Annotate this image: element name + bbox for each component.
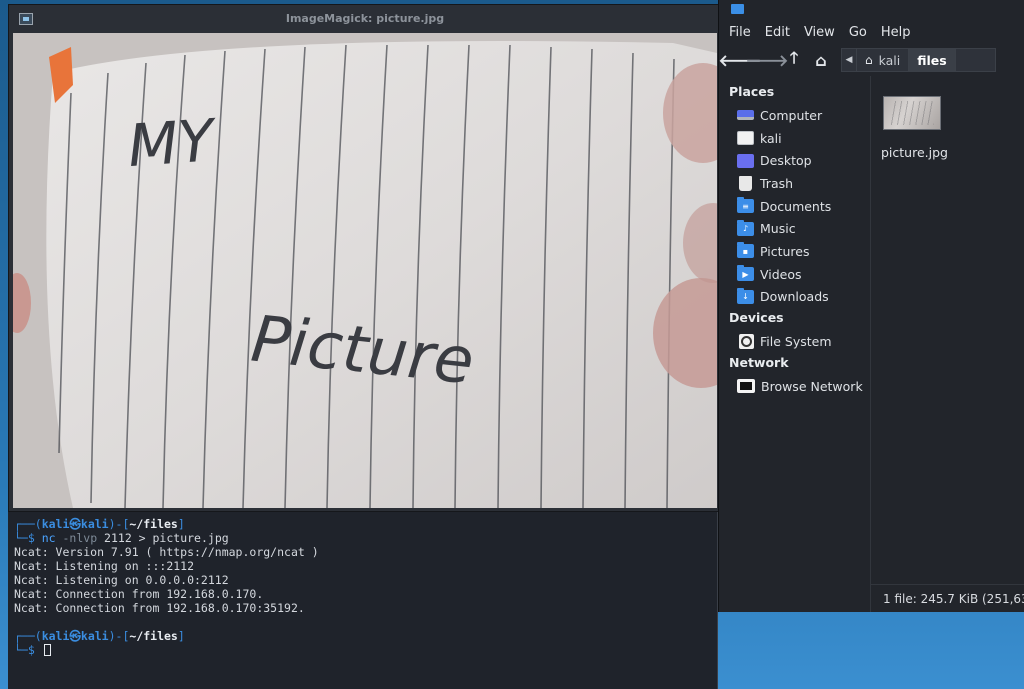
sidebar-item-documents[interactable]: ≡ Documents [719,195,870,218]
prompt-frame: ┌──( [14,629,42,643]
menu-bar: File Edit View Go Help [719,20,1024,44]
terminal-cursor[interactable] [43,644,51,656]
file-manager-body: Places Computer kali Desktop Trash ≡ Doc… [719,76,1024,612]
window-title: ImageMagick: picture.jpg [285,12,445,25]
breadcrumb-scroll-left-icon[interactable]: ◀ [841,48,857,72]
prompt-host: kali [80,629,109,643]
prompt-user: kali [41,629,70,643]
downloads-folder-icon: ↓ [737,287,754,304]
sidebar-item-label: kali [760,130,782,146]
sidebar-item-label: Downloads [760,289,829,305]
file-view[interactable]: picture.jpg 1 file: 245.7 KiB (251,633 [871,76,1024,612]
home-icon: ⌂ [865,53,873,67]
videos-folder-icon: ▶ [737,265,754,282]
places-header: Places [729,84,775,99]
sidebar-item-label: Desktop [760,153,812,169]
imagemagick-window: ImageMagick: picture.jpg MY Picture [8,4,722,512]
sidebar-item-music[interactable]: ♪ Music [719,217,870,240]
output-line: Ncat: Connection from 192.168.0.170. [14,587,264,601]
file-manager-titlebar[interactable] [719,0,1024,20]
active-prompt-line[interactable]: └─$ [14,643,717,657]
trash-icon [739,175,752,191]
up-arrow-icon[interactable]: 🡑 [783,48,805,71]
sidebar-item-label: Browse Network [761,378,863,394]
music-folder-icon: ♪ [737,219,754,236]
sidebar-item-label: Documents [760,198,832,214]
sidebar-item-label: Videos [760,266,802,282]
sidebar-item-desktop[interactable]: Desktop [719,149,870,172]
sidebar-item-label: File System [760,334,832,350]
prompt-symbol: └─$ [14,643,42,657]
command-args: 2112 > picture.jpg [97,531,229,545]
file-thumbnail[interactable] [883,96,941,130]
network-header: Network [729,354,789,370]
command-line: └─$ nc -nlvp 2112 > picture.jpg [14,531,717,545]
sidebar-item-kali[interactable]: kali [719,127,870,150]
forward-arrow-icon[interactable]: 🡒 [746,49,789,71]
file-name[interactable]: picture.jpg [881,145,948,160]
output-line: Ncat: Connection from 192.168.0.170:3519… [14,601,305,615]
sidebar-item-label: Music [760,221,796,237]
handwriting-my: MY [126,106,221,180]
prompt-host: kali [80,517,109,531]
breadcrumb: ◀ ⌂ kali files [841,48,996,72]
prompt-symbol: └─$ [14,531,42,545]
menu-file[interactable]: File [729,25,751,40]
pictures-folder-icon: ▪ [737,242,754,259]
output-line: Ncat: Listening on :::2112 [14,559,195,573]
network-icon [737,379,755,394]
terminal[interactable]: ┌──(kali㉿kali)-[~/files] └─$ nc -nlvp 21… [8,512,718,689]
prompt-line-1: ┌──(kali㉿kali)-[~/files] [14,517,717,531]
output-line: Ncat: Listening on 0.0.0.0:2112 [14,573,229,587]
prompt-user: kali [41,517,70,531]
sidebar-item-browse-network[interactable]: Browse Network [719,375,870,398]
prompt-dir: ~/files [129,517,178,531]
command-options: -nlvp [62,531,98,545]
sidebar-item-pictures[interactable]: ▪ Pictures [719,240,870,263]
sidebar-item-label: Computer [760,107,823,123]
prompt-line-2: ┌──(kali㉿kali)-[~/files] [14,629,717,643]
breadcrumb-files[interactable]: files [909,48,956,72]
sidebar-item-label: Trash [760,175,794,191]
file-manager-window: File Edit View Go Help 🡐 🡒 🡑 ⌂ ◀ ⌂ kali … [718,0,1024,612]
folder-icon [731,4,744,14]
sidebar-item-trash[interactable]: Trash [719,172,870,195]
command-name: nc [41,531,56,545]
prompt-frame-close: ] [177,517,185,531]
sidebar: Places Computer kali Desktop Trash ≡ Doc… [719,76,871,612]
home-folder-icon [737,131,754,146]
sidebar-item-computer[interactable]: Computer [719,104,870,127]
prompt-dir: ~/files [129,629,178,643]
menu-view[interactable]: View [804,25,835,40]
devices-header: Devices [729,310,784,326]
computer-icon [737,110,754,121]
prompt-frame-mid: )-[ [108,629,130,643]
breadcrumb-empty [955,48,996,72]
output-line: Ncat: Version 7.91 ( https://nmap.org/nc… [14,545,319,559]
sidebar-item-videos[interactable]: ▶ Videos [719,263,870,286]
status-bar: 1 file: 245.7 KiB (251,633 [871,584,1024,612]
prompt-frame: ┌──( [14,517,42,531]
prompt-at: ㉿ [69,517,81,531]
breadcrumb-label: kali [878,52,901,68]
menu-go[interactable]: Go [849,25,867,40]
sidebar-item-file-system[interactable]: File System [719,330,870,353]
sidebar-item-label: Pictures [760,243,810,259]
sidebar-item-downloads[interactable]: ↓ Downloads [719,286,870,309]
desktop-icon [737,153,754,168]
notebook-photo: MY Picture [13,33,717,508]
image-canvas[interactable]: MY Picture [13,33,717,508]
breadcrumb-kali[interactable]: ⌂ kali [857,48,910,72]
menu-help[interactable]: Help [881,25,911,40]
documents-folder-icon: ≡ [737,197,754,214]
drive-icon [739,334,754,350]
prompt-frame-close: ] [177,629,185,643]
prompt-frame-mid: )-[ [108,517,130,531]
toolbar: 🡐 🡒 🡑 ⌂ ◀ ⌂ kali files [719,44,1024,76]
menu-edit[interactable]: Edit [765,25,790,40]
imagemagick-titlebar[interactable]: ImageMagick: picture.jpg [9,5,721,33]
prompt-at: ㉿ [69,629,81,643]
home-icon[interactable]: ⌂ [810,49,832,71]
